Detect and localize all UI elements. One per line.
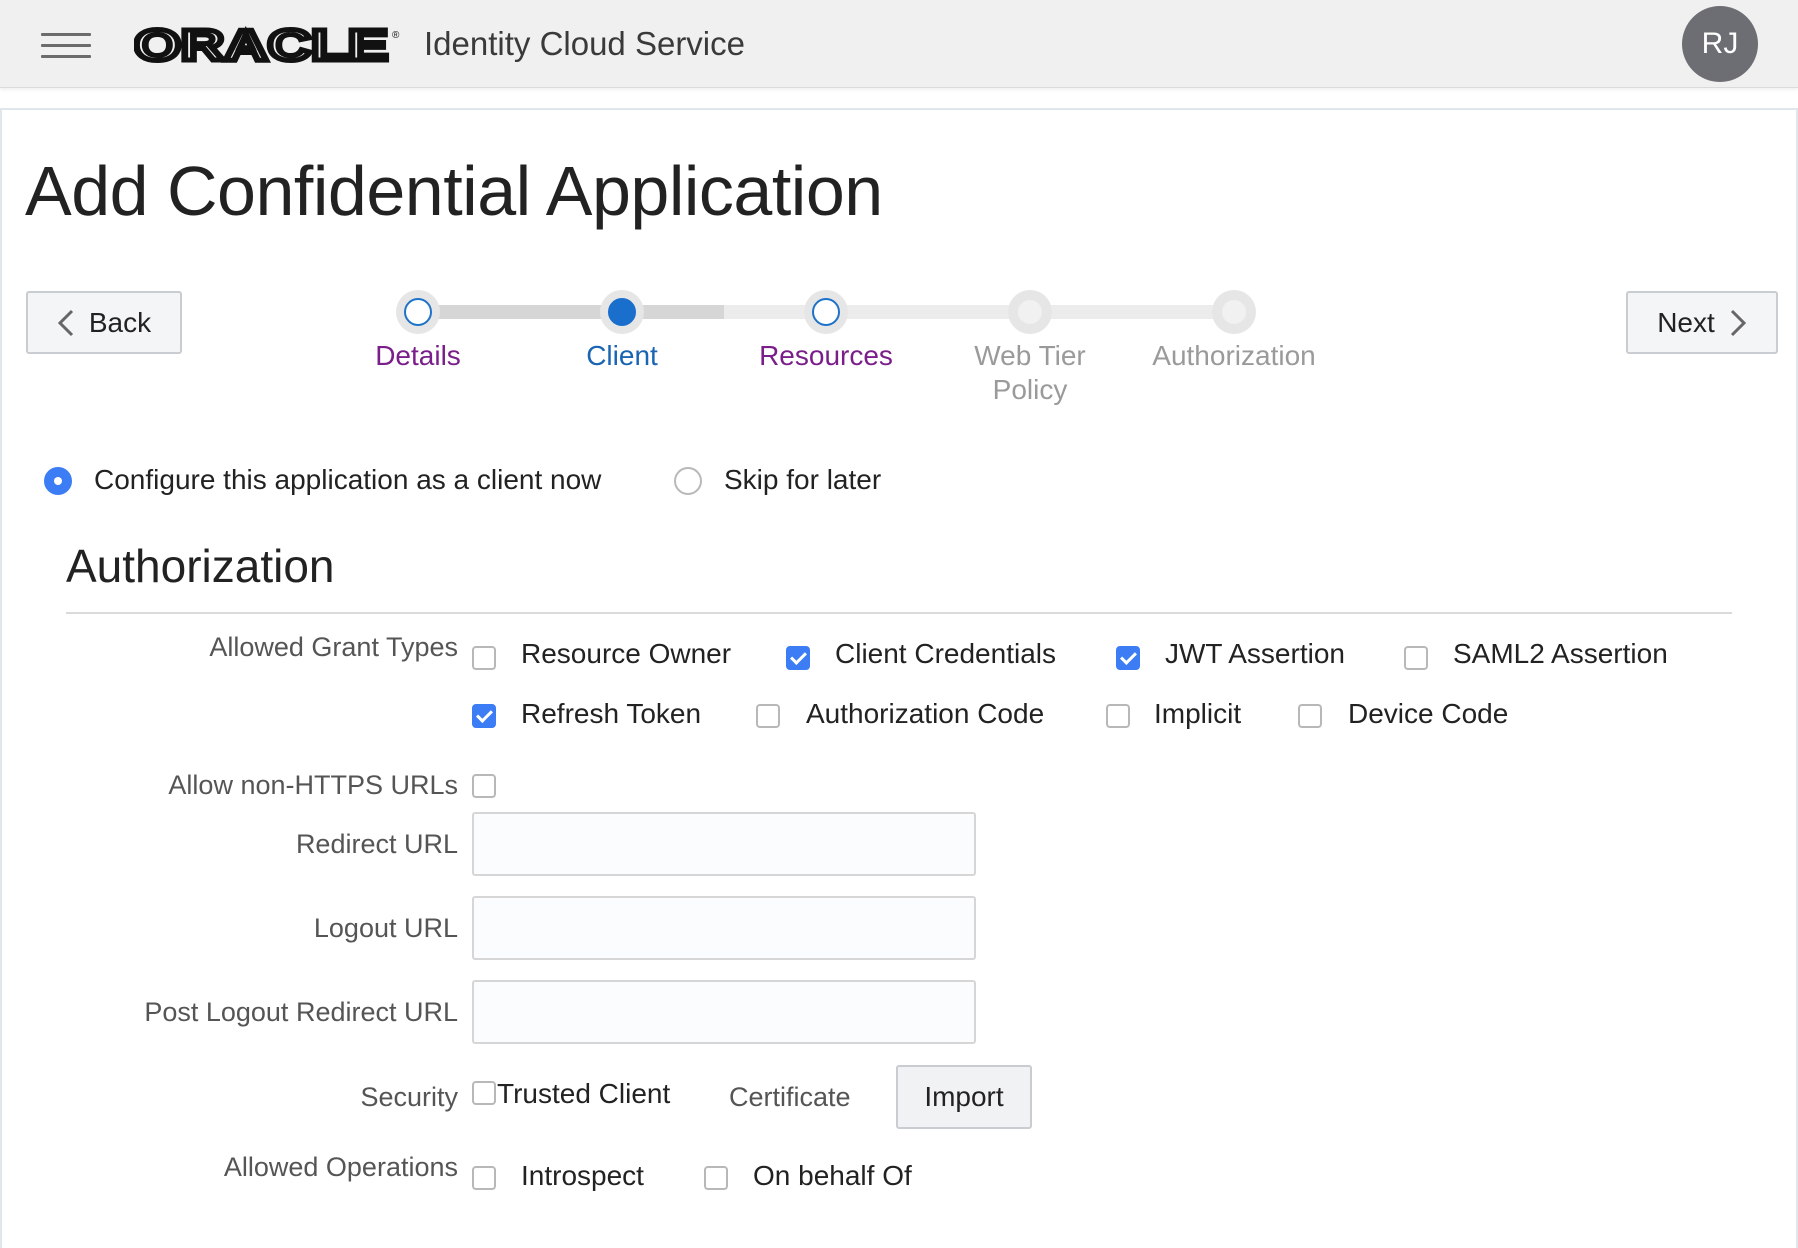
app-header: ORACLE ® Identity Cloud Service RJ [0, 0, 1798, 88]
logout-url-input[interactable] [472, 896, 976, 960]
section-divider [66, 612, 1732, 614]
skip-for-later-label[interactable]: Skip for later [724, 463, 881, 497]
page-title: Add Confidential Application [25, 152, 883, 230]
resource-owner-label[interactable]: Resource Owner [521, 637, 731, 671]
certificate-label: Certificate [729, 1082, 851, 1112]
post-logout-redirect-url-label: Post Logout Redirect URL [144, 997, 458, 1027]
client-credentials-label[interactable]: Client Credentials [835, 637, 1056, 671]
back-button-label: Back [88, 306, 152, 338]
saml2-assertion-label[interactable]: SAML2 Assertion [1453, 637, 1668, 671]
resource-owner-checkbox[interactable] [472, 646, 496, 670]
device-code-label[interactable]: Device Code [1348, 697, 1508, 731]
trusted-client-label[interactable]: Trusted Client [497, 1077, 670, 1111]
train-stop-details[interactable] [396, 290, 440, 334]
jwt-assertion-checkbox[interactable] [1116, 646, 1140, 670]
redirect-url-label: Redirect URL [295, 829, 458, 859]
train-label-client[interactable]: Client [522, 339, 722, 373]
back-button[interactable]: Back [26, 291, 182, 354]
device-code-checkbox[interactable] [1298, 704, 1322, 728]
trusted-client-checkbox[interactable] [472, 1081, 496, 1105]
allow-non-https-label: Allow non-HTTPS URLs [168, 770, 458, 800]
on-behalf-of-checkbox[interactable] [704, 1166, 728, 1190]
train-stop-client[interactable] [600, 290, 644, 334]
saml2-assertion-checkbox[interactable] [1404, 646, 1428, 670]
introspect-label[interactable]: Introspect [521, 1159, 644, 1193]
redirect-url-input[interactable] [472, 812, 976, 876]
jwt-assertion-label[interactable]: JWT Assertion [1165, 637, 1345, 671]
implicit-checkbox[interactable] [1106, 704, 1130, 728]
train-stop-authorization [1212, 290, 1256, 334]
configure-now-label[interactable]: Configure this application as a client n… [94, 463, 601, 497]
train-label-web-tier-line1: Web Tier [974, 340, 1086, 371]
skip-for-later-radio[interactable] [674, 467, 702, 495]
security-label: Security [360, 1082, 458, 1112]
logout-url-label: Logout URL [313, 913, 458, 943]
authorization-code-checkbox[interactable] [756, 704, 780, 728]
grant-types-label: Allowed Grant Types [209, 632, 458, 662]
train-label-resources[interactable]: Resources [726, 339, 926, 373]
on-behalf-of-label[interactable]: On behalf Of [753, 1159, 912, 1193]
refresh-token-checkbox[interactable] [472, 704, 496, 728]
next-button[interactable]: Next [1626, 291, 1778, 354]
train-stop-web-tier-policy [1008, 290, 1052, 334]
train-label-authorization: Authorization [1152, 340, 1316, 371]
hamburger-menu-icon[interactable] [41, 31, 91, 59]
app-name: Identity Cloud Service [424, 25, 745, 62]
authorization-section-title: Authorization [66, 540, 335, 592]
train-label-web-tier-policy: Web Tier Policy [930, 339, 1130, 407]
authorization-code-label[interactable]: Authorization Code [806, 697, 1044, 731]
configure-now-radio[interactable] [44, 467, 72, 495]
chevron-right-icon [1730, 309, 1746, 336]
post-logout-redirect-url-input[interactable] [472, 980, 976, 1044]
train-label-web-tier-line2: Policy [992, 374, 1068, 405]
allowed-operations-label: Allowed Operations [223, 1152, 458, 1182]
train-track-completed [418, 305, 724, 319]
svg-text:®: ® [392, 30, 400, 41]
refresh-token-label[interactable]: Refresh Token [521, 697, 701, 731]
client-credentials-checkbox[interactable] [786, 646, 810, 670]
train-label-details[interactable]: Details [318, 339, 518, 373]
implicit-label[interactable]: Implicit [1154, 697, 1241, 731]
train-stop-resources[interactable] [804, 290, 848, 334]
chevron-left-icon [57, 309, 73, 336]
introspect-checkbox[interactable] [472, 1166, 496, 1190]
oracle-logo[interactable]: ORACLE ® [134, 26, 402, 66]
user-avatar[interactable]: RJ [1682, 6, 1758, 82]
train-track-remaining [724, 305, 1234, 319]
import-certificate-button[interactable]: Import [896, 1065, 1032, 1129]
allow-non-https-checkbox[interactable] [472, 774, 496, 798]
svg-text:ORACLE: ORACLE [134, 26, 388, 66]
next-button-label: Next [1657, 306, 1715, 338]
